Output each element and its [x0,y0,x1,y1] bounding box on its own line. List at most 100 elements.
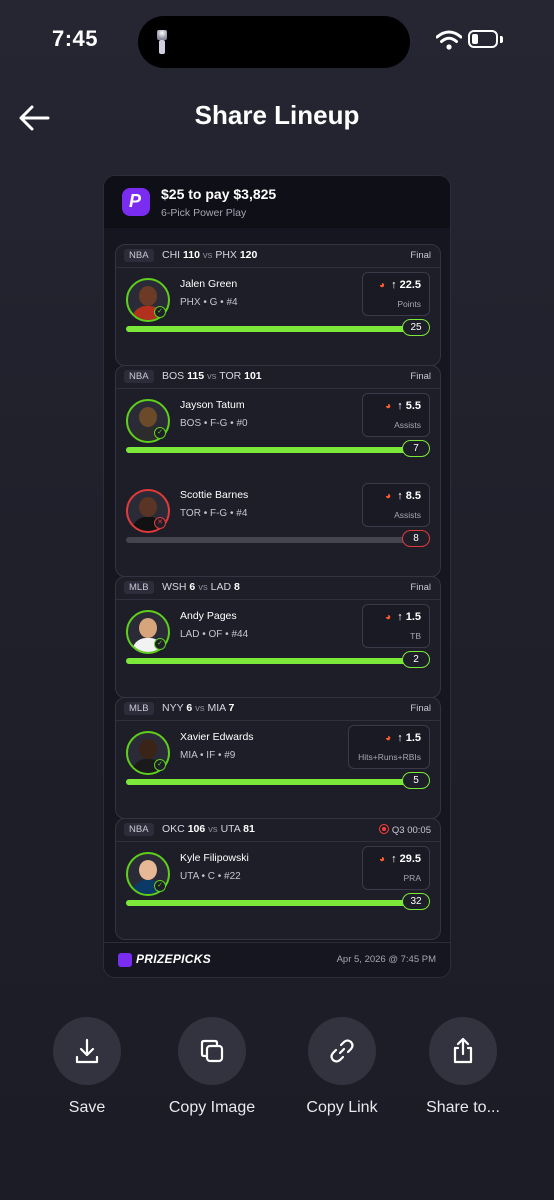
game-card: MLB WSH 6 vs LAD 8 Final ✓ Andy Pages LAD • O… [115,576,441,698]
battery-icon [468,30,498,48]
progress-fill [126,326,412,332]
payout-text: $25 to pay $3,825 [161,186,277,202]
flashlight-icon [157,30,167,54]
projection-line: ◕ ↑ 1.5 [385,732,421,744]
check-icon: ✓ [154,427,166,439]
projection-box: ◕ ↑ 5.5 Assists [362,393,430,437]
game-status: Q3 00:05 [378,824,431,836]
player-name: Scottie Barnes [180,489,249,501]
game-status-text: Q3 00:05 [391,825,431,836]
progress-fill [126,900,412,906]
progress-fill [126,779,412,785]
team2: MIA [207,702,226,714]
share-button[interactable] [429,1017,497,1085]
player-pick: ✓ Kyle Filipowski UTA • C • #22 ◕ ↑ 29.5 PRA 32 [116,842,440,932]
team2: TOR [219,370,242,382]
team2: PHX [215,249,237,261]
copy-icon [200,1039,224,1063]
stat-type: Points [397,299,421,309]
game-score: NYY 6 vs MIA 7 [162,702,234,714]
player-pick: ✓ Jalen Green PHX • G • #4 ◕ ↑ 22.5 Points 25 [116,268,440,358]
check-icon: ✓ [154,880,166,892]
league-badge: NBA [124,249,154,262]
progress-fill [126,447,412,453]
miss-icon: ✕ [154,517,166,529]
arrow-up-icon: ↑ [397,400,403,412]
progress-bar [126,326,412,332]
team1-score: 115 [187,370,205,382]
card-header: P $25 to pay $3,825 6-Pick Power Play [104,176,450,228]
save-label: Save [68,1099,106,1116]
stat-type: Assists [394,420,421,430]
projection-box: ◕ ↑ 22.5 Points [362,272,430,316]
fire-icon: ◕ [385,401,392,412]
team1-score: 6 [186,702,193,714]
line-value: 1.5 [405,611,421,623]
play-type: 6-Pick Power Play [161,207,247,219]
team1-score: 6 [189,581,196,593]
game-score: OKC 106 vs UTA 81 [162,823,255,835]
result-value: 25 [402,319,430,336]
status-time: 7:45 [52,26,99,51]
line-value: 8.5 [405,490,421,502]
result-value: 2 [402,651,430,668]
fire-icon: ◕ [385,491,392,502]
link-icon [330,1039,354,1063]
team2-score: 101 [244,370,262,382]
result-value: 8 [402,530,430,547]
line-value: 5.5 [405,400,421,412]
copy-image-label: Copy Image [168,1099,256,1116]
game-card: NBA CHI 110 vs PHX 120 Final ✓ Jalen Green PH… [115,244,441,366]
player-name: Jalen Green [180,278,238,290]
prizepicks-logo: P [122,188,150,216]
game-status: Final [410,371,431,382]
player-pick: ✓ Xavier Edwards MIA • IF • #9 ◕ ↑ 1.5 Hits+Ru… [116,721,440,811]
projection-box: ◕ ↑ 29.5 PRA [362,846,430,890]
share-action[interactable]: Share to... [403,1017,523,1117]
save-action[interactable]: Save [27,1017,147,1117]
lineup-date: Apr 5, 2026 @ 7:45 PM [336,954,436,965]
progress-fill [126,658,412,664]
game-header: MLB WSH 6 vs LAD 8 Final [116,577,440,600]
game-header: NBA BOS 115 vs TOR 101 Final [116,366,440,389]
player-pick: ✕ Scottie Barnes TOR • F-G • #4 ◕ ↑ 8.5 Assist… [116,479,440,569]
player-pick: ✓ Andy Pages LAD • OF • #44 ◕ ↑ 1.5 TB 2 [116,600,440,690]
share-icon [453,1037,473,1064]
game-header: NBA OKC 106 vs UTA 81 Q3 00:05 [116,819,440,842]
vs-label: vs [208,824,218,835]
vs-label: vs [202,250,213,261]
team2-score: 7 [228,702,235,714]
team1-score: 106 [187,823,206,835]
line-value: 22.5 [399,279,421,291]
progress-bar [126,658,412,664]
result-value: 5 [402,772,430,789]
team2-score: 8 [233,581,240,593]
wifi-icon [436,30,462,50]
game-status-text: Final [410,250,431,261]
copy-link-button[interactable] [308,1017,376,1085]
vs-label: vs [198,582,208,593]
result-value: 7 [402,440,430,457]
save-button[interactable] [53,1017,121,1085]
game-card: NBA OKC 106 vs UTA 81 Q3 00:05 ✓ Kyle Filipo… [115,818,441,940]
team1: OKC [162,823,185,835]
arrow-up-icon: ↑ [397,611,403,623]
brand-name: PRIZEPICKS [136,952,212,966]
copy-link-action[interactable]: Copy Link [282,1017,402,1117]
check-icon: ✓ [154,306,166,318]
fire-icon: ◕ [379,280,386,291]
game-score: BOS 115 vs TOR 101 [162,370,262,382]
stat-type: TB [410,631,421,641]
arrow-up-icon: ↑ [391,853,397,865]
copy-image-action[interactable]: Copy Image [152,1017,272,1117]
progress-bar [126,900,412,906]
progress-bar [126,447,412,453]
team1: NYY [162,702,184,714]
copy-image-button[interactable] [178,1017,246,1085]
stat-type: Assists [394,510,421,520]
line-value: 29.5 [399,853,421,865]
check-icon: ✓ [154,638,166,650]
league-badge: NBA [124,370,154,383]
fire-icon: ◕ [385,612,392,623]
game-status: Final [410,250,431,261]
